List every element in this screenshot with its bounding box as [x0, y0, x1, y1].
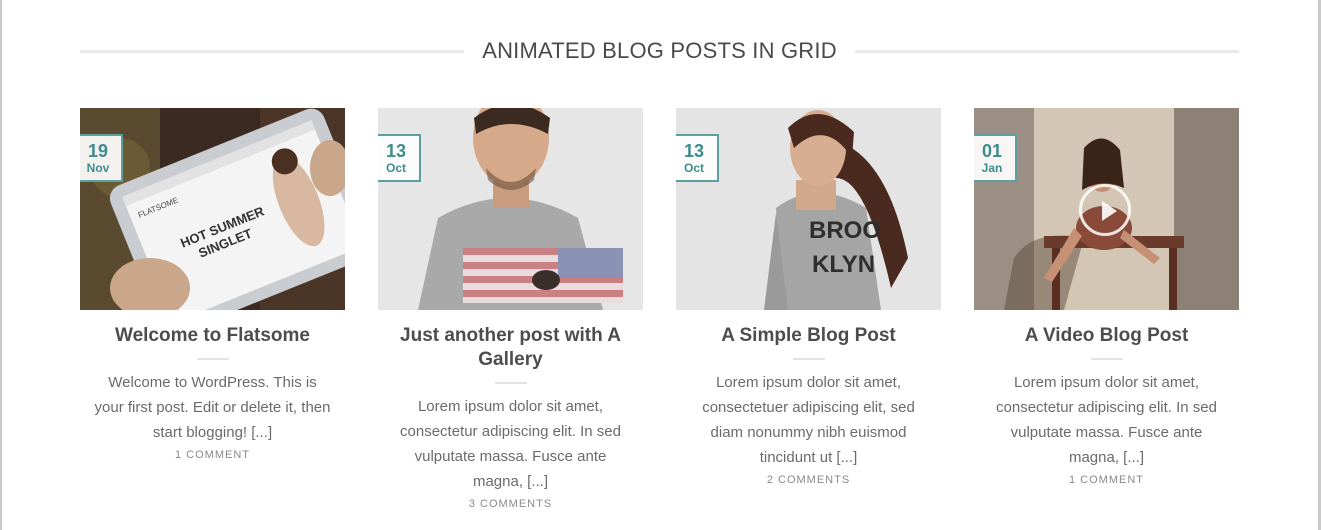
comments-count-link[interactable]: 2 COMMENTS — [676, 474, 941, 486]
shirt-text-line-2: KLYN — [812, 251, 875, 278]
shirt-text-line-1: BROO — [809, 217, 881, 244]
date-day: 19 — [87, 141, 109, 161]
comments-count-link[interactable]: 1 COMMENT — [974, 474, 1239, 486]
date-month: Nov — [86, 161, 110, 175]
date-month: Jan — [981, 161, 1003, 175]
post-date-badge: 01 Jan — [974, 134, 1017, 182]
title-divider — [494, 382, 527, 384]
post-thumbnail[interactable]: BROO KLYN 13 Oct — [676, 108, 941, 310]
post-thumbnail[interactable]: 13 Oct — [378, 108, 643, 310]
post-title-link[interactable]: A Video Blog Post — [974, 324, 1239, 348]
blog-post-card[interactable]: 13 Oct Just another post with A Gallery … — [378, 108, 643, 510]
section-header: ANIMATED BLOG POSTS IN GRID — [80, 36, 1240, 66]
post-excerpt: Welcome to WordPress. This is your first… — [94, 374, 331, 441]
post-thumbnail[interactable]: 01 Jan — [974, 108, 1239, 310]
post-title-link[interactable]: A Simple Blog Post — [676, 324, 941, 348]
comments-count-link[interactable]: 3 COMMENTS — [378, 498, 643, 510]
title-divider — [792, 358, 825, 360]
post-date-badge: 13 Oct — [378, 134, 421, 182]
date-day: 01 — [981, 141, 1003, 161]
post-title-link[interactable]: Just another post with A Gallery — [378, 324, 643, 372]
header-line-right — [854, 49, 1240, 53]
section-title: ANIMATED BLOG POSTS IN GRID — [482, 38, 837, 63]
blog-post-card[interactable]: FLATSOME HOT SUMMER SINGLET 19 Nov Welco… — [80, 108, 345, 461]
date-month: Oct — [683, 161, 704, 175]
blog-post-card[interactable]: BROO KLYN 13 Oct A Simple Blog Post Lore… — [676, 108, 941, 486]
post-date-badge: 13 Oct — [676, 134, 719, 182]
post-excerpt: Lorem ipsum dolor sit amet, consectetur … — [400, 398, 621, 490]
header-line-left — [80, 49, 465, 53]
post-date-badge: 19 Nov — [80, 134, 123, 182]
post-title-link[interactable]: Welcome to Flatsome — [80, 324, 345, 348]
comments-count-link[interactable]: 1 COMMENT — [80, 449, 345, 461]
title-divider — [196, 358, 229, 360]
date-day: 13 — [683, 141, 705, 161]
play-icon — [1102, 201, 1117, 221]
title-divider — [1090, 358, 1123, 360]
blog-post-card[interactable]: 01 Jan A Video Blog Post Lorem ipsum dol… — [974, 108, 1239, 486]
date-day: 13 — [385, 141, 407, 161]
play-video-button[interactable] — [1079, 184, 1131, 236]
date-month: Oct — [385, 161, 406, 175]
window-edge-left — [0, 0, 2, 530]
post-excerpt: Lorem ipsum dolor sit amet, consectetuer… — [702, 374, 915, 466]
post-thumbnail[interactable]: FLATSOME HOT SUMMER SINGLET 19 Nov — [80, 108, 345, 310]
post-excerpt: Lorem ipsum dolor sit amet, consectetur … — [996, 374, 1217, 466]
